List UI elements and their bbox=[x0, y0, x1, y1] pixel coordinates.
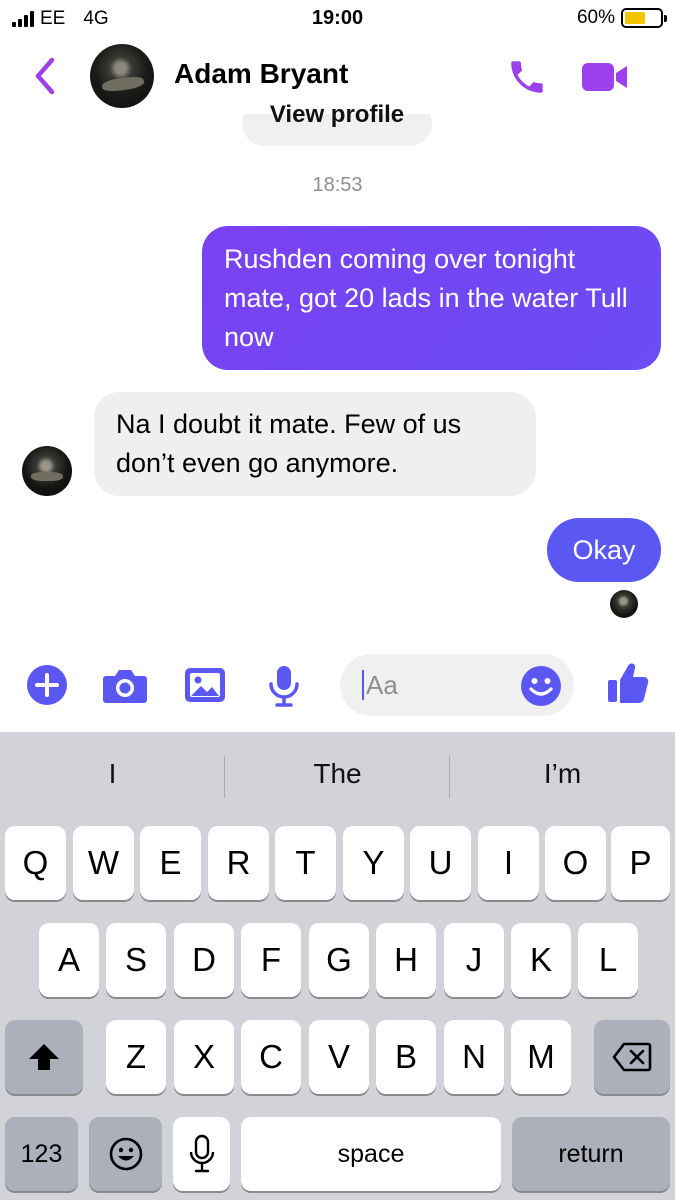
numbers-key[interactable]: 123 bbox=[5, 1117, 78, 1191]
key[interactable]: F bbox=[241, 923, 301, 997]
battery-icon bbox=[621, 8, 667, 28]
view-profile-button[interactable]: View profile bbox=[242, 100, 432, 146]
key[interactable]: A bbox=[39, 923, 99, 997]
key[interactable]: P bbox=[611, 826, 670, 900]
key[interactable]: M bbox=[511, 1020, 571, 1094]
video-camera-icon[interactable] bbox=[580, 60, 630, 94]
status-bar: EE 4G 19:00 60% bbox=[0, 0, 675, 36]
text-caret bbox=[362, 670, 364, 700]
key[interactable]: C bbox=[241, 1020, 301, 1094]
camera-icon[interactable] bbox=[102, 664, 148, 711]
contact-name[interactable]: Adam Bryant bbox=[174, 58, 348, 90]
plus-circle-icon[interactable] bbox=[26, 664, 68, 711]
key[interactable]: Z bbox=[106, 1020, 166, 1094]
key[interactable]: B bbox=[376, 1020, 436, 1094]
suggestion-bar: I The I’m bbox=[0, 732, 675, 822]
key[interactable]: J bbox=[444, 923, 504, 997]
key[interactable]: E bbox=[140, 826, 201, 900]
keyboard: I The I’m Q W E R T Y U I O P A S D F G … bbox=[0, 732, 675, 1200]
message-placeholder: Aa bbox=[366, 670, 398, 700]
space-key[interactable]: space bbox=[241, 1117, 501, 1191]
microphone-icon[interactable] bbox=[173, 1117, 230, 1191]
return-key[interactable]: return bbox=[512, 1117, 670, 1191]
status-right: 60% bbox=[576, 7, 667, 29]
sender-avatar[interactable] bbox=[22, 446, 72, 496]
key[interactable]: K bbox=[511, 923, 571, 997]
composer-bar: Aa bbox=[0, 650, 675, 722]
key[interactable]: X bbox=[174, 1020, 234, 1094]
key[interactable]: W bbox=[73, 826, 134, 900]
key[interactable]: S bbox=[106, 923, 166, 997]
key[interactable]: V bbox=[309, 1020, 369, 1094]
clock: 19:00 bbox=[311, 7, 364, 29]
message-timestamp: 18:53 bbox=[312, 174, 363, 196]
emoji-icon[interactable] bbox=[89, 1117, 162, 1191]
key[interactable]: N bbox=[444, 1020, 504, 1094]
image-icon[interactable] bbox=[183, 664, 227, 711]
suggestion[interactable]: The bbox=[225, 758, 450, 790]
chevron-left-icon[interactable] bbox=[28, 54, 62, 98]
key[interactable]: D bbox=[174, 923, 234, 997]
battery-percent: 60% bbox=[576, 7, 615, 28]
microphone-icon[interactable] bbox=[266, 664, 302, 713]
key[interactable]: G bbox=[309, 923, 369, 997]
backspace-icon[interactable] bbox=[594, 1020, 670, 1094]
phone-icon[interactable] bbox=[506, 56, 548, 98]
shift-arrow-icon[interactable] bbox=[5, 1020, 83, 1094]
key[interactable]: U bbox=[410, 826, 471, 900]
incoming-message[interactable]: Na I doubt it mate. Few of us don’t even… bbox=[94, 392, 536, 496]
emoji-icon[interactable] bbox=[520, 665, 562, 707]
key[interactable]: H bbox=[376, 923, 436, 997]
key[interactable]: O bbox=[545, 826, 606, 900]
key[interactable]: T bbox=[275, 826, 336, 900]
key[interactable]: Q bbox=[5, 826, 66, 900]
key[interactable]: R bbox=[208, 826, 269, 900]
thumbs-up-icon[interactable] bbox=[606, 660, 650, 711]
key[interactable]: L bbox=[578, 923, 638, 997]
outgoing-message[interactable]: Rushden coming over tonight mate, got 20… bbox=[202, 226, 661, 370]
view-profile-label: View profile bbox=[269, 101, 405, 128]
key[interactable]: I bbox=[478, 826, 539, 900]
contact-avatar[interactable] bbox=[90, 44, 154, 108]
seen-receipt-avatar bbox=[610, 590, 638, 618]
suggestion[interactable]: I’m bbox=[450, 758, 675, 790]
key[interactable]: Y bbox=[343, 826, 404, 900]
suggestion[interactable]: I bbox=[0, 758, 225, 790]
outgoing-message[interactable]: Okay bbox=[547, 518, 661, 582]
